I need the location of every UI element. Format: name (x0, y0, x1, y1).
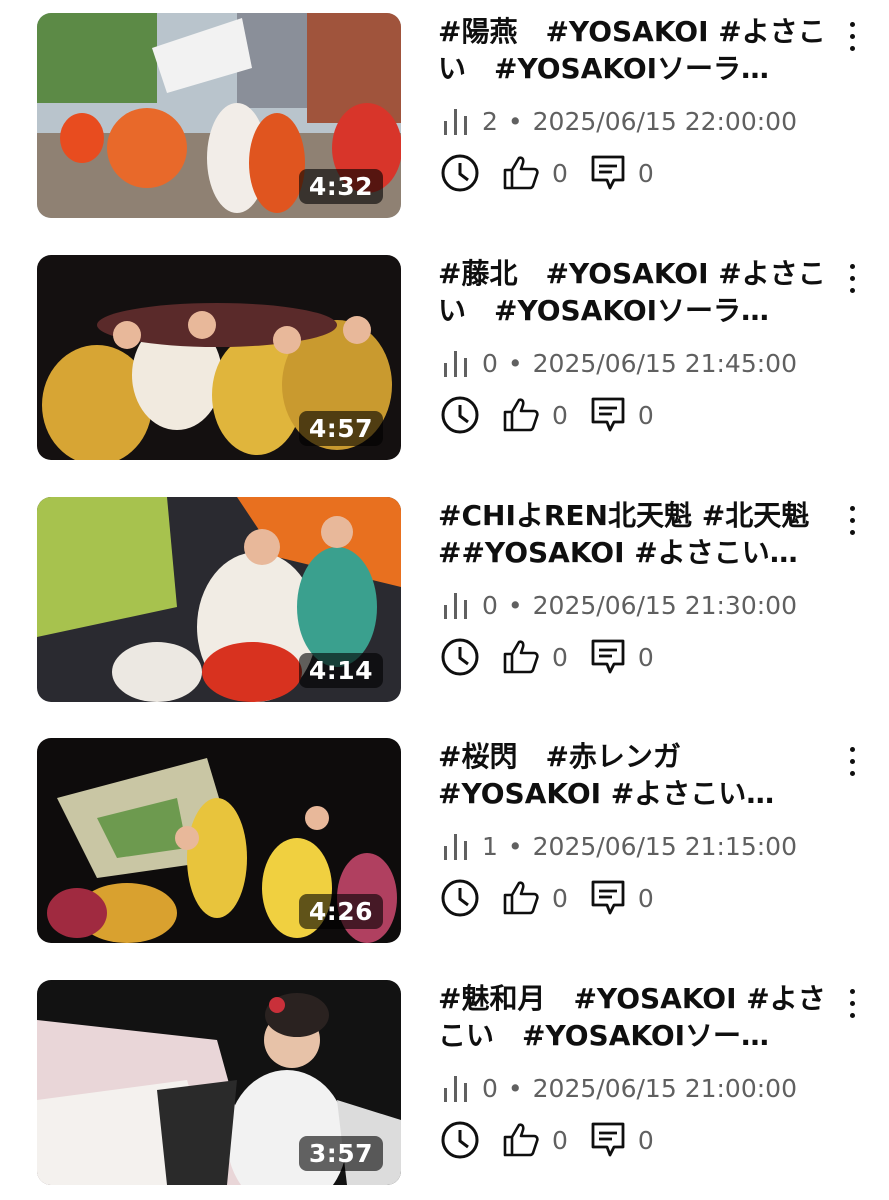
video-title[interactable]: #藤北 #YOSAKOI #よさこい #YOSAKOIソーラ… (438, 255, 832, 329)
like-button[interactable]: 0 (502, 639, 568, 675)
bar-chart-icon (444, 834, 467, 860)
view-count: 0 (482, 1073, 498, 1103)
like-count: 0 (552, 158, 568, 188)
video-item[interactable]: 3:57 #魅和月 #YOSAKOI #よさこい #YOSAKOIソー… 0 •… (0, 980, 889, 1188)
video-duration: 4:32 (298, 169, 383, 204)
video-duration: 4:14 (298, 653, 383, 688)
like-button[interactable]: 0 (502, 1122, 568, 1158)
more-vert-icon[interactable] (840, 984, 866, 1024)
video-meta: 1 • 2025/06/15 21:15:00 (440, 830, 797, 862)
watch-later-button[interactable] (440, 1120, 480, 1160)
bar-chart-icon (444, 109, 467, 135)
clock-icon (441, 638, 479, 676)
watch-later-button[interactable] (440, 637, 480, 677)
clock-icon (441, 396, 479, 434)
like-count: 0 (552, 883, 568, 913)
video-actions: 0 0 (440, 1120, 676, 1160)
thumbs-up-icon (503, 640, 539, 674)
video-meta: 0 • 2025/06/15 21:00:00 (440, 1072, 797, 1104)
view-count: 2 (482, 106, 498, 136)
like-count: 0 (552, 642, 568, 672)
bar-chart-icon (444, 1076, 467, 1102)
thumbs-up-icon (503, 1123, 539, 1157)
video-actions: 0 0 (440, 878, 676, 918)
comments-button[interactable]: 0 (590, 396, 654, 434)
separator-dot: • (507, 106, 523, 136)
comment-icon (591, 155, 625, 190)
comment-count: 0 (637, 158, 654, 188)
clock-icon (441, 154, 479, 192)
video-actions: 0 0 (440, 153, 676, 193)
comment-icon (591, 880, 625, 915)
comments-button[interactable]: 0 (590, 638, 654, 676)
comment-count: 0 (637, 1125, 654, 1155)
clock-icon (441, 1121, 479, 1159)
video-item[interactable]: 4:32 #陽燕 #YOSAKOI #よさこい #YOSAKOIソーラ… 2 •… (0, 13, 889, 221)
video-duration: 3:57 (298, 1136, 383, 1171)
more-vert-icon[interactable] (840, 259, 866, 299)
comment-count: 0 (637, 400, 654, 430)
separator-dot: • (507, 348, 523, 378)
comments-button[interactable]: 0 (590, 879, 654, 917)
comment-icon (591, 1122, 625, 1157)
watch-later-button[interactable] (440, 153, 480, 193)
video-meta: 2 • 2025/06/15 22:00:00 (440, 105, 797, 137)
like-count: 0 (552, 1125, 568, 1155)
like-button[interactable]: 0 (502, 155, 568, 191)
video-title[interactable]: #桜閃 #赤レンガ #YOSAKOI #よさこい… (438, 738, 832, 812)
video-title[interactable]: #魅和月 #YOSAKOI #よさこい #YOSAKOIソー… (438, 980, 832, 1054)
publish-datetime: 2025/06/15 21:00:00 (532, 1073, 797, 1103)
like-button[interactable]: 0 (502, 880, 568, 916)
watch-later-button[interactable] (440, 878, 480, 918)
video-title[interactable]: #陽燕 #YOSAKOI #よさこい #YOSAKOIソーラ… (438, 13, 832, 87)
publish-datetime: 2025/06/15 22:00:00 (532, 106, 797, 136)
video-item[interactable]: 4:57 #藤北 #YOSAKOI #よさこい #YOSAKOIソーラ… 0 •… (0, 255, 889, 463)
thumbs-up-icon (503, 881, 539, 915)
publish-datetime: 2025/06/15 21:45:00 (532, 348, 797, 378)
separator-dot: • (507, 831, 523, 861)
like-count: 0 (552, 400, 568, 430)
video-duration: 4:57 (298, 411, 383, 446)
video-title[interactable]: #CHIよREN北天魁 #北天魁 ##YOSAKOI #よさこい… (438, 497, 832, 571)
comment-icon (591, 639, 625, 674)
view-count: 0 (482, 590, 498, 620)
more-vert-icon[interactable] (840, 742, 866, 782)
comment-count: 0 (637, 642, 654, 672)
video-meta: 0 • 2025/06/15 21:45:00 (440, 347, 797, 379)
thumbs-up-icon (503, 156, 539, 190)
video-thumbnail[interactable]: 4:57 (37, 255, 401, 460)
publish-datetime: 2025/06/15 21:15:00 (532, 831, 797, 861)
comment-icon (591, 397, 625, 432)
video-duration: 4:26 (298, 894, 383, 929)
video-actions: 0 0 (440, 637, 676, 677)
video-thumbnail[interactable]: 4:14 (37, 497, 401, 702)
more-vert-icon[interactable] (840, 17, 866, 57)
like-button[interactable]: 0 (502, 397, 568, 433)
bar-chart-icon (444, 351, 467, 377)
video-actions: 0 0 (440, 395, 676, 435)
video-thumbnail[interactable]: 4:32 (37, 13, 401, 218)
video-item[interactable]: 4:14 #CHIよREN北天魁 #北天魁 ##YOSAKOI #よさこい… 0… (0, 497, 889, 705)
video-item[interactable]: 4:26 #桜閃 #赤レンガ #YOSAKOI #よさこい… 1 • 2025/… (0, 738, 889, 946)
bar-chart-icon (444, 593, 467, 619)
watch-later-button[interactable] (440, 395, 480, 435)
video-thumbnail[interactable]: 4:26 (37, 738, 401, 943)
clock-icon (441, 879, 479, 917)
publish-datetime: 2025/06/15 21:30:00 (532, 590, 797, 620)
video-thumbnail[interactable]: 3:57 (37, 980, 401, 1185)
comments-button[interactable]: 0 (590, 1121, 654, 1159)
video-meta: 0 • 2025/06/15 21:30:00 (440, 589, 797, 621)
separator-dot: • (507, 1073, 523, 1103)
thumbs-up-icon (503, 398, 539, 432)
view-count: 1 (482, 831, 498, 861)
more-vert-icon[interactable] (840, 501, 866, 541)
comments-button[interactable]: 0 (590, 154, 654, 192)
view-count: 0 (482, 348, 498, 378)
comment-count: 0 (637, 883, 654, 913)
separator-dot: • (507, 590, 523, 620)
